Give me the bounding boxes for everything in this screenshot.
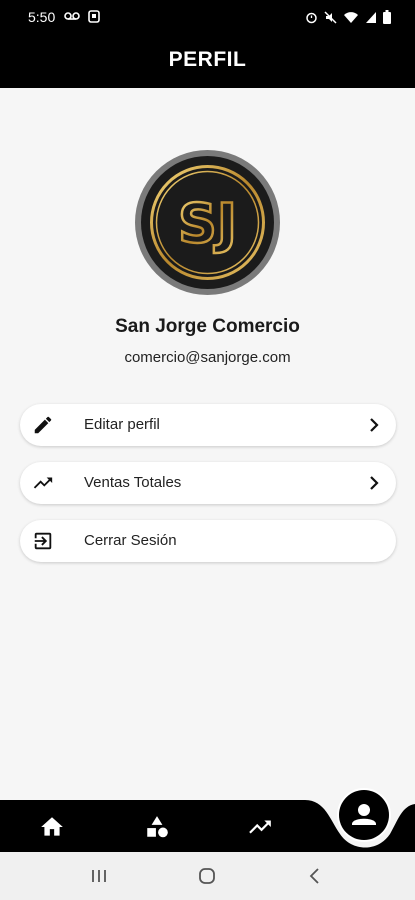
menu-item-logout[interactable]: Cerrar Sesión [20, 520, 396, 562]
avatar: SJ [135, 150, 280, 295]
signal-icon [366, 11, 376, 23]
chevron-right-icon [370, 476, 379, 490]
menu-item-label: Editar perfil [84, 416, 160, 433]
status-time: 5:50 [28, 9, 56, 25]
recent-apps-icon[interactable] [88, 865, 110, 887]
back-icon[interactable] [304, 865, 326, 887]
battery-icon [383, 10, 391, 24]
profile-nav-button[interactable] [339, 790, 389, 840]
system-nav-bar [0, 852, 415, 900]
profile-name: San Jorge Comercio [115, 316, 300, 337]
logo-text: SJ [178, 192, 237, 255]
trending-up-icon[interactable] [246, 814, 274, 840]
home-button-icon[interactable] [196, 865, 218, 887]
logo-image: SJ [150, 165, 265, 280]
status-bar: 5:50 [0, 0, 415, 34]
mute-icon [324, 10, 337, 24]
menu-item-label: Ventas Totales [84, 474, 182, 491]
page-title: PERFIL [168, 48, 247, 71]
chevron-right-icon [370, 418, 379, 432]
menu-item-edit-profile[interactable]: Editar perfil [20, 404, 396, 446]
notification-box-icon [88, 10, 100, 23]
menu-item-total-sales[interactable]: Ventas Totales [20, 462, 396, 504]
app-bar: PERFIL [0, 34, 415, 88]
logout-icon [34, 532, 52, 550]
voicemail-icon [64, 12, 80, 20]
home-icon[interactable] [38, 814, 66, 840]
alarm-icon [306, 12, 317, 23]
wifi-icon [344, 11, 358, 23]
trending-up-icon [33, 477, 53, 489]
shapes-icon[interactable] [143, 814, 171, 840]
profile-content: SJ San Jorge Comercio comercio@sanjorge.… [0, 88, 415, 800]
person-icon [352, 804, 376, 825]
menu-item-label: Cerrar Sesión [84, 532, 177, 549]
profile-email: comercio@sanjorge.com [124, 349, 291, 366]
pencil-icon [34, 416, 52, 434]
